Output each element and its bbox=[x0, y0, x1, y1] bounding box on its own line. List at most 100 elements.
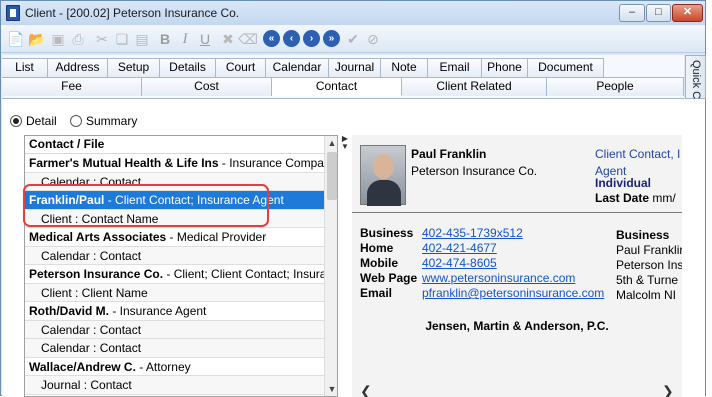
mobile-phone-label: Mobile bbox=[360, 256, 398, 270]
splitter-down-arrow-icon[interactable]: ▼ bbox=[340, 143, 350, 151]
quick-clicks-tab[interactable]: Quick Clicks bbox=[685, 55, 706, 121]
detail-radio-dot[interactable] bbox=[10, 115, 22, 127]
business-address-line: Malcolm NI bbox=[616, 288, 677, 302]
email-link[interactable]: pfranklin@petersoninsurance.com bbox=[422, 286, 604, 300]
list-item-description: Client : Client Name bbox=[41, 285, 148, 300]
clear-icon[interactable]: ⌫ bbox=[238, 30, 258, 48]
web-page-link[interactable]: www.petersoninsurance.com bbox=[422, 271, 575, 285]
copy-icon[interactable]: ❏ bbox=[113, 30, 131, 48]
list-item-description: Calendar : Contact bbox=[41, 248, 142, 263]
tab-cost[interactable]: Cost bbox=[142, 77, 272, 96]
list-item-description: - Medical Provider bbox=[166, 230, 267, 244]
business-address-heading: Business bbox=[616, 228, 670, 242]
summary-radio[interactable]: Summary bbox=[70, 114, 137, 128]
contact-file-list: Contact / File Farmer's Mutual Health & … bbox=[24, 135, 338, 397]
tab-address[interactable]: Address bbox=[48, 58, 108, 77]
tab-phone[interactable]: Phone bbox=[482, 58, 528, 77]
toolbar: 📄 📂 ▣ ⎙ ✂ ❏ ▤ B I U ✖ ⌫ « ‹ › » ✔ ⊘ bbox=[1, 25, 705, 53]
tab-document[interactable]: Document bbox=[528, 58, 604, 77]
app-icon bbox=[6, 5, 20, 21]
list-item-link[interactable]: Calendar : Contact bbox=[25, 339, 324, 358]
checkmark-icon[interactable]: ✔ bbox=[344, 30, 362, 48]
title-bar: Client - [200.02] Peterson Insurance Co.… bbox=[1, 1, 705, 25]
scroll-down-icon[interactable]: ▼ bbox=[325, 382, 337, 396]
tab-people[interactable]: People bbox=[547, 77, 684, 96]
list-item-description: - Client; Client Contact; Insurance C bbox=[166, 267, 324, 281]
list-item-description: Calendar : Contact bbox=[41, 341, 142, 355]
tab-client-related[interactable]: Client Related bbox=[402, 77, 547, 96]
web-page-label: Web Page bbox=[360, 271, 418, 285]
scrollbar-thumb[interactable] bbox=[327, 152, 337, 200]
detail-radio-label: Detail bbox=[26, 114, 57, 128]
new-document-icon[interactable]: 📄 bbox=[7, 30, 25, 48]
list-item-name: Medical Arts Associates bbox=[29, 230, 167, 244]
list-item-contact[interactable]: Peterson Insurance Co. - Client; Client … bbox=[25, 265, 324, 284]
tab-list[interactable]: List bbox=[2, 58, 48, 77]
save-icon[interactable]: ▣ bbox=[49, 30, 67, 48]
contact-individual: Individual bbox=[595, 176, 652, 190]
open-folder-icon[interactable]: 📂 bbox=[28, 30, 46, 48]
list-scrollbar[interactable]: ▲ ▼ bbox=[324, 136, 337, 396]
list-item-link[interactable]: Journal : Contact bbox=[25, 376, 324, 395]
detail-horizontal-scrollbar[interactable]: ❮ ❯ bbox=[352, 383, 682, 397]
tab-fee[interactable]: Fee bbox=[2, 77, 142, 96]
list-item-contact[interactable]: Wallace/Andrew C. - Attorney bbox=[25, 358, 324, 376]
tab-court[interactable]: Court bbox=[216, 58, 266, 77]
tab-journal[interactable]: Journal bbox=[329, 58, 381, 77]
business-phone-label: Business bbox=[360, 226, 414, 240]
list-item-name: Farmer's Mutual Health & Life Ins bbox=[29, 156, 219, 170]
list-item-contact[interactable]: Farmer's Mutual Health & Life Ins - Insu… bbox=[25, 154, 324, 173]
list-item-description: - Insurance Agent bbox=[109, 304, 207, 318]
home-phone-label: Home bbox=[360, 241, 394, 255]
previous-record-icon[interactable]: ‹ bbox=[283, 30, 300, 47]
list-item-name: Wallace/Andrew C. bbox=[29, 359, 136, 374]
contact-company: Peterson Insurance Co. bbox=[411, 164, 538, 178]
callout-highlight-box bbox=[23, 184, 269, 227]
summary-radio-dot[interactable] bbox=[70, 115, 82, 127]
list-item-link[interactable]: Calendar : Contact bbox=[25, 320, 324, 339]
contact-panel: Detail Summary Contact / File Farmer's M… bbox=[2, 99, 705, 397]
business-address-line: 5th & Turne bbox=[616, 273, 679, 287]
close-button[interactable]: ✕ bbox=[672, 4, 703, 22]
firm-name: Jensen, Martin & Anderson, P.C. bbox=[425, 319, 609, 333]
italic-icon[interactable]: I bbox=[176, 30, 194, 48]
tab-note[interactable]: Note bbox=[381, 58, 428, 77]
first-record-icon[interactable]: « bbox=[263, 30, 280, 47]
next-record-icon[interactable]: › bbox=[303, 30, 320, 47]
contact-photo bbox=[360, 145, 406, 206]
list-item-contact[interactable]: Roth/David M. - Insurance Agent bbox=[25, 302, 324, 321]
list-item-description: - Attorney bbox=[135, 359, 191, 374]
detail-divider bbox=[352, 212, 682, 213]
cut-icon[interactable]: ✂ bbox=[93, 30, 111, 48]
tab-email[interactable]: Email bbox=[428, 58, 482, 77]
delete-icon[interactable]: ✖ bbox=[219, 30, 237, 48]
scroll-right-icon[interactable]: ❯ bbox=[662, 383, 674, 397]
scroll-up-icon[interactable]: ▲ bbox=[325, 136, 337, 150]
client-window: Client - [200.02] Peterson Insurance Co.… bbox=[0, 0, 706, 397]
panel-splitter[interactable]: ▶ ▼ bbox=[340, 135, 350, 165]
mobile-phone-link[interactable]: 402-474-8605 bbox=[422, 256, 497, 270]
business-phone-link[interactable]: 402-435-1739x512 bbox=[422, 226, 523, 240]
scroll-left-icon[interactable]: ❮ bbox=[360, 383, 372, 397]
list-item-link[interactable]: Calendar : Contact bbox=[25, 246, 324, 265]
list-item-name: Roth/David M. bbox=[29, 304, 109, 318]
home-phone-link[interactable]: 402-421-4677 bbox=[422, 241, 497, 255]
maximize-button[interactable]: □ bbox=[646, 4, 671, 22]
tab-contact[interactable]: Contact bbox=[272, 77, 402, 96]
cancel-icon[interactable]: ⊘ bbox=[364, 30, 382, 48]
paste-icon[interactable]: ▤ bbox=[133, 30, 151, 48]
last-record-icon[interactable]: » bbox=[323, 30, 340, 47]
tab-setup[interactable]: Setup bbox=[108, 58, 160, 77]
list-item-contact[interactable]: Medical Arts Associates - Medical Provid… bbox=[25, 228, 324, 247]
tab-details[interactable]: Details bbox=[160, 58, 216, 77]
tab-calendar[interactable]: Calendar bbox=[266, 58, 329, 77]
detail-radio[interactable]: Detail bbox=[10, 114, 57, 128]
list-item-description: Journal : Contact bbox=[41, 378, 132, 392]
bold-icon[interactable]: B bbox=[156, 30, 174, 48]
window-title: Client - [200.02] Peterson Insurance Co. bbox=[25, 6, 240, 20]
last-date-label: Last Date bbox=[595, 191, 650, 205]
minimize-button[interactable]: – bbox=[619, 4, 645, 22]
underline-icon[interactable]: U bbox=[196, 30, 214, 48]
print-icon[interactable]: ⎙ bbox=[69, 30, 87, 48]
list-item-link[interactable]: Client : Client Name bbox=[25, 283, 324, 302]
